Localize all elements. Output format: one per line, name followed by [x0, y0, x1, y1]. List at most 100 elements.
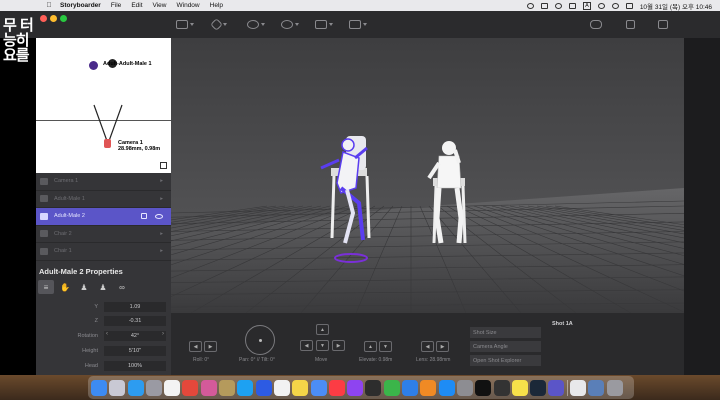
app-icon[interactable]: [493, 379, 510, 396]
elevate-up-button[interactable]: ▲: [364, 341, 377, 352]
menu-file[interactable]: File: [111, 2, 121, 9]
launchpad-icon[interactable]: [109, 379, 126, 396]
keynote-icon[interactable]: [402, 379, 419, 396]
tv-icon[interactable]: [365, 379, 382, 396]
zoom-icon[interactable]: [255, 379, 272, 396]
move-down-button[interactable]: ▼: [316, 340, 329, 351]
roll-label: Roll: 0°: [193, 357, 210, 363]
properties-tabs: ≡ ✋ ♟ ♟ ∞: [38, 280, 130, 294]
spotlight-icon[interactable]: [611, 2, 619, 9]
top-view-minimap[interactable]: Adult-Adult-Male 1 Camera 1 28.98mm, 0.9…: [36, 38, 171, 173]
prop-height-input[interactable]: 5'10": [104, 345, 166, 356]
prop-head-input[interactable]: 100%: [104, 360, 166, 371]
object-row-chair-1[interactable]: Chair 1 ▸: [36, 243, 171, 261]
image-icon: [349, 19, 361, 29]
lock-icon[interactable]: [141, 213, 147, 220]
zoom-window-button[interactable]: [60, 15, 67, 22]
expand-icon[interactable]: [160, 162, 167, 169]
shot-size-select[interactable]: Shot Size: [470, 327, 541, 338]
chrome-icon[interactable]: [182, 379, 199, 396]
app-icon[interactable]: [145, 379, 162, 396]
control-center-icon[interactable]: [625, 2, 633, 9]
epic-games-icon[interactable]: [475, 379, 492, 396]
move-left-button[interactable]: ◀: [300, 340, 313, 351]
battery-icon[interactable]: [569, 2, 577, 9]
minimap-camera-icon[interactable]: [104, 139, 111, 148]
tab-body-pose[interactable]: ♟: [76, 280, 92, 294]
caret-icon: [223, 22, 227, 26]
move-up-button[interactable]: ▲: [316, 324, 329, 335]
lens-decrease-button[interactable]: ◀: [421, 341, 434, 352]
object-row-adult-male-1[interactable]: Adult-Male 1 ▸: [36, 191, 171, 208]
notes-icon[interactable]: [292, 379, 309, 396]
minimize-window-button[interactable]: [50, 15, 57, 22]
object-row-camera-1[interactable]: Camera 1 ▸: [36, 173, 171, 191]
object-row-chair-2[interactable]: Chair 2 ▸: [36, 226, 171, 243]
add-camera-button[interactable]: [176, 18, 194, 30]
menu-edit[interactable]: Edit: [131, 2, 142, 9]
close-window-button[interactable]: [40, 15, 47, 22]
twitter-icon[interactable]: [237, 379, 254, 396]
move-right-button[interactable]: ▶: [332, 340, 345, 351]
tab-attachments[interactable]: ∞: [114, 280, 130, 294]
elevate-down-button[interactable]: ▼: [379, 341, 392, 352]
record-icon[interactable]: [527, 2, 535, 9]
document-icon[interactable]: [570, 379, 587, 396]
app-icon[interactable]: [310, 379, 327, 396]
vr-button[interactable]: [590, 18, 602, 30]
steam-icon[interactable]: [530, 379, 547, 396]
tab-group-pose[interactable]: ♟: [95, 280, 111, 294]
decrement-icon[interactable]: ‹: [106, 331, 108, 337]
eye-icon[interactable]: [155, 213, 163, 219]
prop-z-input[interactable]: -0.31: [104, 315, 166, 326]
prop-y-input[interactable]: 1.09: [104, 301, 166, 312]
storyboarder-icon[interactable]: [548, 379, 565, 396]
app-icon[interactable]: [219, 379, 236, 396]
add-object-button[interactable]: [210, 17, 227, 31]
apple-menu-icon[interactable]: : [44, 2, 54, 10]
calendar-icon[interactable]: [164, 379, 181, 396]
system-preferences-icon[interactable]: [456, 379, 473, 396]
prop-rotation-input[interactable]: ‹ 42° ›: [104, 330, 166, 341]
export-button[interactable]: [658, 18, 668, 30]
3d-viewport[interactable]: [171, 38, 684, 313]
wifi-icon[interactable]: [597, 2, 605, 9]
object-row-adult-male-2[interactable]: Adult-Male 2: [36, 208, 171, 226]
add-character-button[interactable]: [247, 18, 265, 30]
bluetooth-icon[interactable]: [555, 2, 563, 9]
input-source-indicator[interactable]: A: [583, 1, 591, 10]
menu-help[interactable]: Help: [210, 2, 223, 9]
object-icon: [40, 247, 48, 255]
roll-right-button[interactable]: ▶: [204, 341, 217, 352]
pages-icon[interactable]: [420, 379, 437, 396]
add-light-button[interactable]: [281, 18, 299, 30]
menu-view[interactable]: View: [153, 2, 167, 9]
trash-icon[interactable]: [606, 379, 623, 396]
app-store-icon[interactable]: [438, 379, 455, 396]
finder-icon[interactable]: [91, 379, 107, 396]
camera-angle-select[interactable]: Camera Angle: [470, 341, 541, 352]
safari-icon[interactable]: [127, 379, 144, 396]
music-icon[interactable]: [328, 379, 345, 396]
add-image-button[interactable]: [349, 18, 367, 30]
tab-properties[interactable]: ≡: [38, 280, 54, 294]
contacts-icon[interactable]: [273, 379, 290, 396]
app-icon[interactable]: [200, 379, 217, 396]
chevron-right-icon: ▸: [160, 230, 163, 237]
pan-tilt-control[interactable]: [245, 325, 275, 355]
menu-app-name[interactable]: Storyboarder: [60, 2, 101, 9]
screen-icon[interactable]: [541, 2, 549, 9]
lens-increase-button[interactable]: ▶: [436, 341, 449, 352]
kakaotalk-icon[interactable]: [511, 379, 528, 396]
menubar-clock[interactable]: 10월 31일 (목) 오후 10:46: [640, 1, 712, 11]
open-shot-explorer-button[interactable]: Open Shot Explorer: [470, 355, 541, 366]
podcasts-icon[interactable]: [347, 379, 364, 396]
tab-hand-pose[interactable]: ✋: [57, 280, 73, 294]
numbers-icon[interactable]: [383, 379, 400, 396]
menu-window[interactable]: Window: [177, 2, 200, 9]
increment-icon[interactable]: ›: [162, 331, 164, 337]
save-button[interactable]: [626, 18, 635, 30]
downloads-folder-icon[interactable]: [588, 379, 605, 396]
roll-left-button[interactable]: ◀: [189, 341, 202, 352]
add-volume-button[interactable]: [315, 18, 333, 30]
